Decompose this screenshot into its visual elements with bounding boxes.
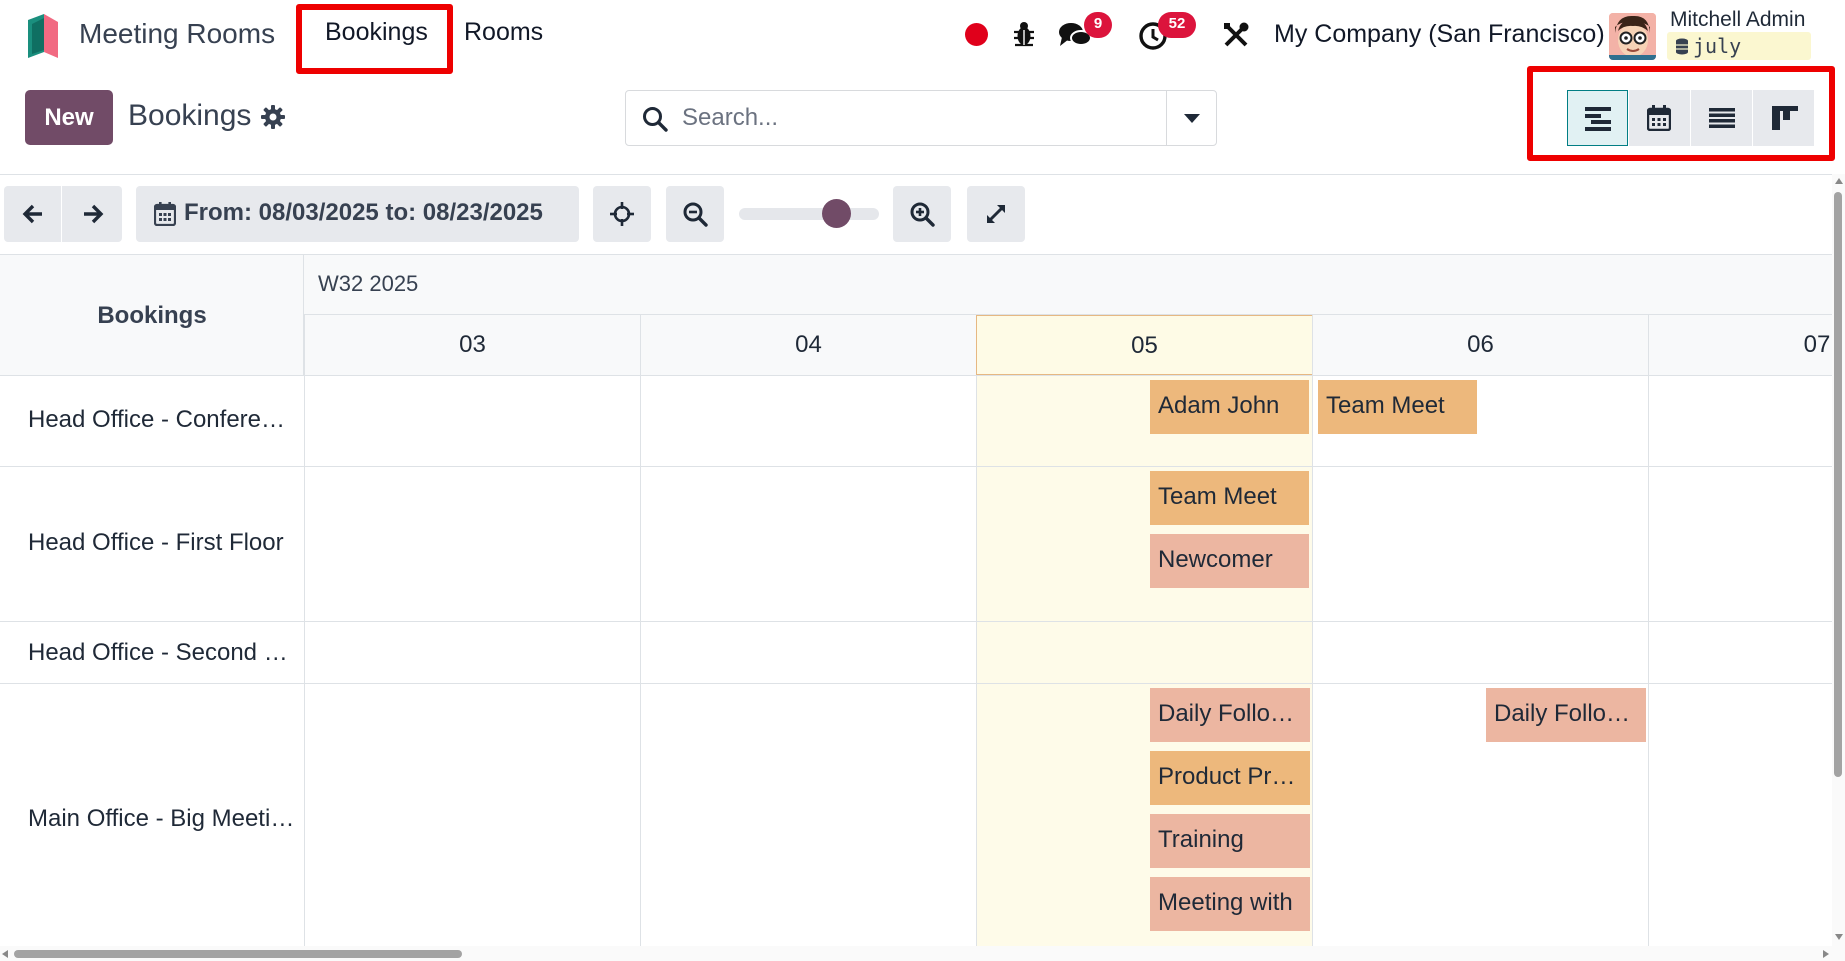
row-label: Head Office - Conference Room bbox=[28, 406, 296, 433]
next-period-button[interactable] bbox=[63, 186, 122, 242]
gantt-row[interactable]: Head Office - Second Floor bbox=[0, 622, 1832, 684]
tools-icon[interactable] bbox=[1222, 21, 1250, 49]
day-header: 07 bbox=[1648, 315, 1832, 375]
gantt-row[interactable]: Head Office - First Floor bbox=[0, 467, 1832, 622]
day-label: 06 bbox=[1467, 331, 1494, 358]
booking-pill[interactable]: Meeting with bbox=[1150, 877, 1310, 931]
date-range-label: From: 08/03/2025 to: 08/23/2025 bbox=[184, 199, 543, 226]
day-header: 03 bbox=[304, 315, 640, 375]
row-label: Head Office - First Floor bbox=[28, 529, 284, 556]
recording-indicator-icon[interactable] bbox=[965, 23, 988, 46]
booking-pill[interactable]: Product Presentation bbox=[1150, 751, 1310, 805]
messages-count-badge: 9 bbox=[1084, 12, 1112, 38]
company-switcher[interactable]: My Company (San Francisco) bbox=[1274, 20, 1605, 49]
row-label: Main Office - Big Meeting Room bbox=[28, 805, 296, 832]
database-icon bbox=[1676, 38, 1688, 55]
expand-button[interactable] bbox=[967, 186, 1025, 242]
meeting-rooms-logo-icon[interactable] bbox=[26, 14, 60, 58]
gear-icon[interactable] bbox=[261, 105, 285, 129]
booking-pill[interactable]: Team Meet bbox=[1318, 380, 1477, 434]
day-header-today: 05 bbox=[976, 315, 1313, 375]
crosshairs-icon bbox=[610, 202, 634, 226]
search-bar bbox=[625, 90, 1217, 146]
scroll-left-arrow-icon[interactable] bbox=[2, 950, 8, 958]
day-label: 04 bbox=[795, 331, 822, 358]
user-name[interactable]: Mitchell Admin bbox=[1670, 8, 1805, 32]
vertical-scroll-thumb[interactable] bbox=[1834, 192, 1842, 777]
zoom-slider-handle[interactable] bbox=[822, 199, 852, 228]
new-button[interactable]: New bbox=[25, 90, 113, 145]
search-options-toggle[interactable] bbox=[1166, 91, 1216, 145]
zoom-slider-track[interactable] bbox=[739, 208, 879, 220]
previous-period-button[interactable] bbox=[4, 186, 62, 242]
period-navigation bbox=[4, 186, 122, 242]
day-label: 07 bbox=[1803, 331, 1831, 358]
control-panel-divider bbox=[0, 174, 1845, 175]
booking-pill[interactable]: Adam John bbox=[1150, 380, 1309, 434]
focus-today-button[interactable] bbox=[593, 186, 651, 242]
search-input[interactable] bbox=[682, 101, 1142, 135]
scroll-down-arrow-icon[interactable] bbox=[1835, 934, 1843, 940]
week-label: W32 2025 bbox=[318, 271, 419, 296]
bug-icon[interactable] bbox=[1013, 21, 1035, 47]
database-name: july bbox=[1693, 34, 1742, 58]
zoom-in-button[interactable] bbox=[893, 186, 951, 242]
day-label: 05 bbox=[1131, 332, 1158, 359]
arrow-left-icon bbox=[22, 204, 42, 224]
booking-pill[interactable]: Daily Follow-up bbox=[1486, 688, 1646, 742]
zoom-out-icon bbox=[683, 202, 708, 227]
booking-pill[interactable]: Newcomer bbox=[1150, 534, 1309, 588]
gantt-corner: Bookings bbox=[0, 254, 304, 376]
date-range-button[interactable]: From: 08/03/2025 to: 08/23/2025 bbox=[136, 186, 579, 242]
arrow-right-icon bbox=[84, 204, 104, 224]
app-name[interactable]: Meeting Rooms bbox=[79, 18, 275, 50]
zoom-out-button[interactable] bbox=[666, 186, 724, 242]
scroll-up-arrow-icon[interactable] bbox=[1835, 178, 1843, 184]
row-header-title: Bookings bbox=[97, 302, 207, 329]
top-navbar: Meeting Rooms Bookings Rooms 9 52 My Com… bbox=[0, 0, 1845, 74]
user-avatar[interactable] bbox=[1609, 13, 1656, 60]
day-label: 03 bbox=[459, 331, 486, 358]
zoom-in-icon bbox=[910, 202, 935, 227]
caret-down-icon bbox=[1184, 114, 1200, 123]
search-icon bbox=[643, 107, 668, 132]
booking-pill[interactable]: Team Meet bbox=[1150, 471, 1309, 525]
scroll-right-arrow-icon[interactable] bbox=[1823, 950, 1829, 958]
booking-pill[interactable]: Training bbox=[1150, 814, 1310, 868]
row-label: Head Office - Second Floor bbox=[28, 639, 296, 666]
vertical-scrollbar[interactable] bbox=[1832, 174, 1845, 946]
activities-count-badge: 52 bbox=[1158, 12, 1196, 38]
day-header: 04 bbox=[640, 315, 976, 375]
database-chip: july bbox=[1667, 32, 1811, 60]
horizontal-scrollbar[interactable] bbox=[0, 946, 1845, 961]
gantt-row[interactable]: Head Office - Conference Room bbox=[0, 376, 1832, 467]
calendar-icon bbox=[154, 202, 176, 226]
day-header: 06 bbox=[1312, 315, 1648, 375]
view-switcher-highlight bbox=[1527, 66, 1835, 161]
menu-rooms[interactable]: Rooms bbox=[464, 18, 543, 47]
gantt-grid: Bookings W32 2025 03 04 05 06 07 Head Of… bbox=[0, 254, 1832, 947]
bookings-menu-highlight bbox=[296, 4, 453, 74]
page-title: Bookings bbox=[128, 99, 252, 132]
booking-pill[interactable]: Daily Follow-up bbox=[1150, 688, 1310, 742]
horizontal-scroll-thumb[interactable] bbox=[14, 950, 462, 958]
expand-icon bbox=[986, 204, 1006, 224]
